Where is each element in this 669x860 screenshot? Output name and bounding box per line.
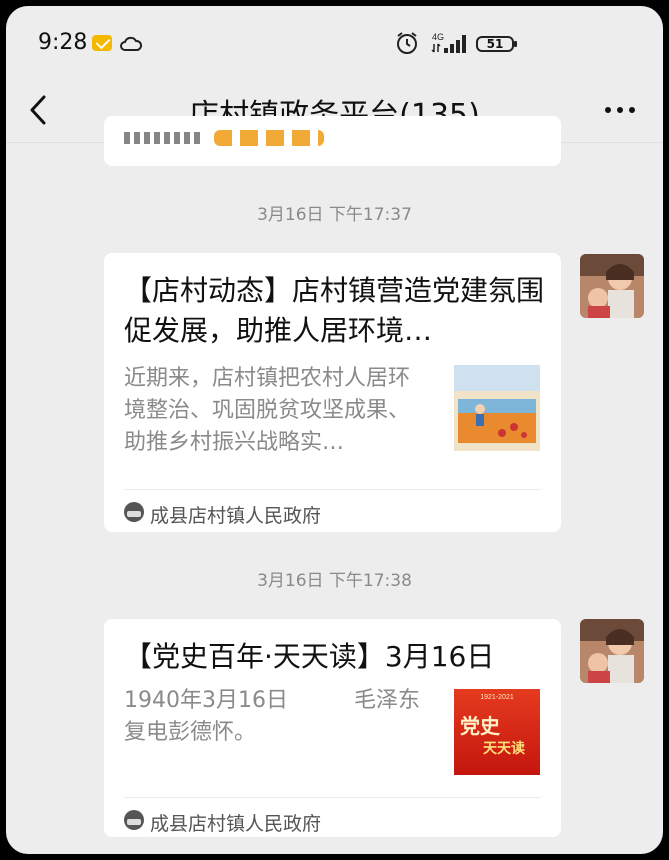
battery-level: 51: [486, 37, 504, 51]
previous-message-card[interactable]: [104, 116, 561, 166]
status-bar: 9:28 4G 51: [6, 6, 663, 76]
article-description: 1940年3月16日 毛泽东复电彭德怀。: [124, 688, 420, 745]
article-title: 【店村动态】店村镇营造党建氛围促发展，助推人居环境…: [124, 274, 545, 347]
cloud-icon: [120, 36, 142, 51]
card-divider: [124, 489, 541, 490]
article-source: 成县店村镇人民政府: [150, 813, 322, 835]
thumb-subtitle-text: 天天读: [483, 740, 525, 757]
article-card[interactable]: 【店村动态】店村镇营造党建氛围促发展，助推人居环境… 近期来，店村镇把农村人居环…: [104, 253, 561, 532]
article-description: 近期来，店村镇把农村人居环境整治、巩固脱贫攻坚成果、助推乡村振兴战略实…: [124, 366, 411, 455]
article-source: 成县店村镇人民政府: [150, 505, 322, 527]
network-label: 4G: [432, 32, 444, 42]
gov-account-icon: [124, 502, 144, 522]
article-card[interactable]: 【党史百年·天天读】3月16日 1940年3月16日 毛泽东复电彭德怀。 192…: [104, 619, 561, 837]
message-timestamp: 3月16日 下午17:37: [257, 205, 412, 225]
thumb-year-text: 1921-2021: [480, 694, 514, 701]
sender-avatar[interactable]: [580, 254, 644, 318]
mail-notification-icon: [92, 35, 112, 51]
message-timestamp: 3月16日 下午17:38: [257, 571, 412, 591]
more-options-icon[interactable]: [604, 106, 636, 114]
card-divider: [124, 797, 541, 798]
article-title: 【党史百年·天天读】3月16日: [124, 640, 495, 673]
sender-avatar[interactable]: [580, 619, 644, 683]
signal-icon: 4G: [431, 32, 466, 53]
alarm-icon: [397, 32, 417, 54]
previous-message-text: [124, 132, 204, 144]
previous-message-emoji: [214, 130, 324, 146]
article-thumbnail: 1921-2021 党史 天天读: [454, 689, 540, 775]
gov-account-icon: [124, 810, 144, 830]
thumb-title-text: 党史: [460, 714, 501, 738]
article-thumbnail: [454, 365, 540, 451]
status-time: 9:28: [38, 30, 88, 55]
chat-screen: 9:28 4G 51 店村镇政务平台(135): [6, 6, 663, 854]
battery-icon: 51: [476, 36, 517, 52]
